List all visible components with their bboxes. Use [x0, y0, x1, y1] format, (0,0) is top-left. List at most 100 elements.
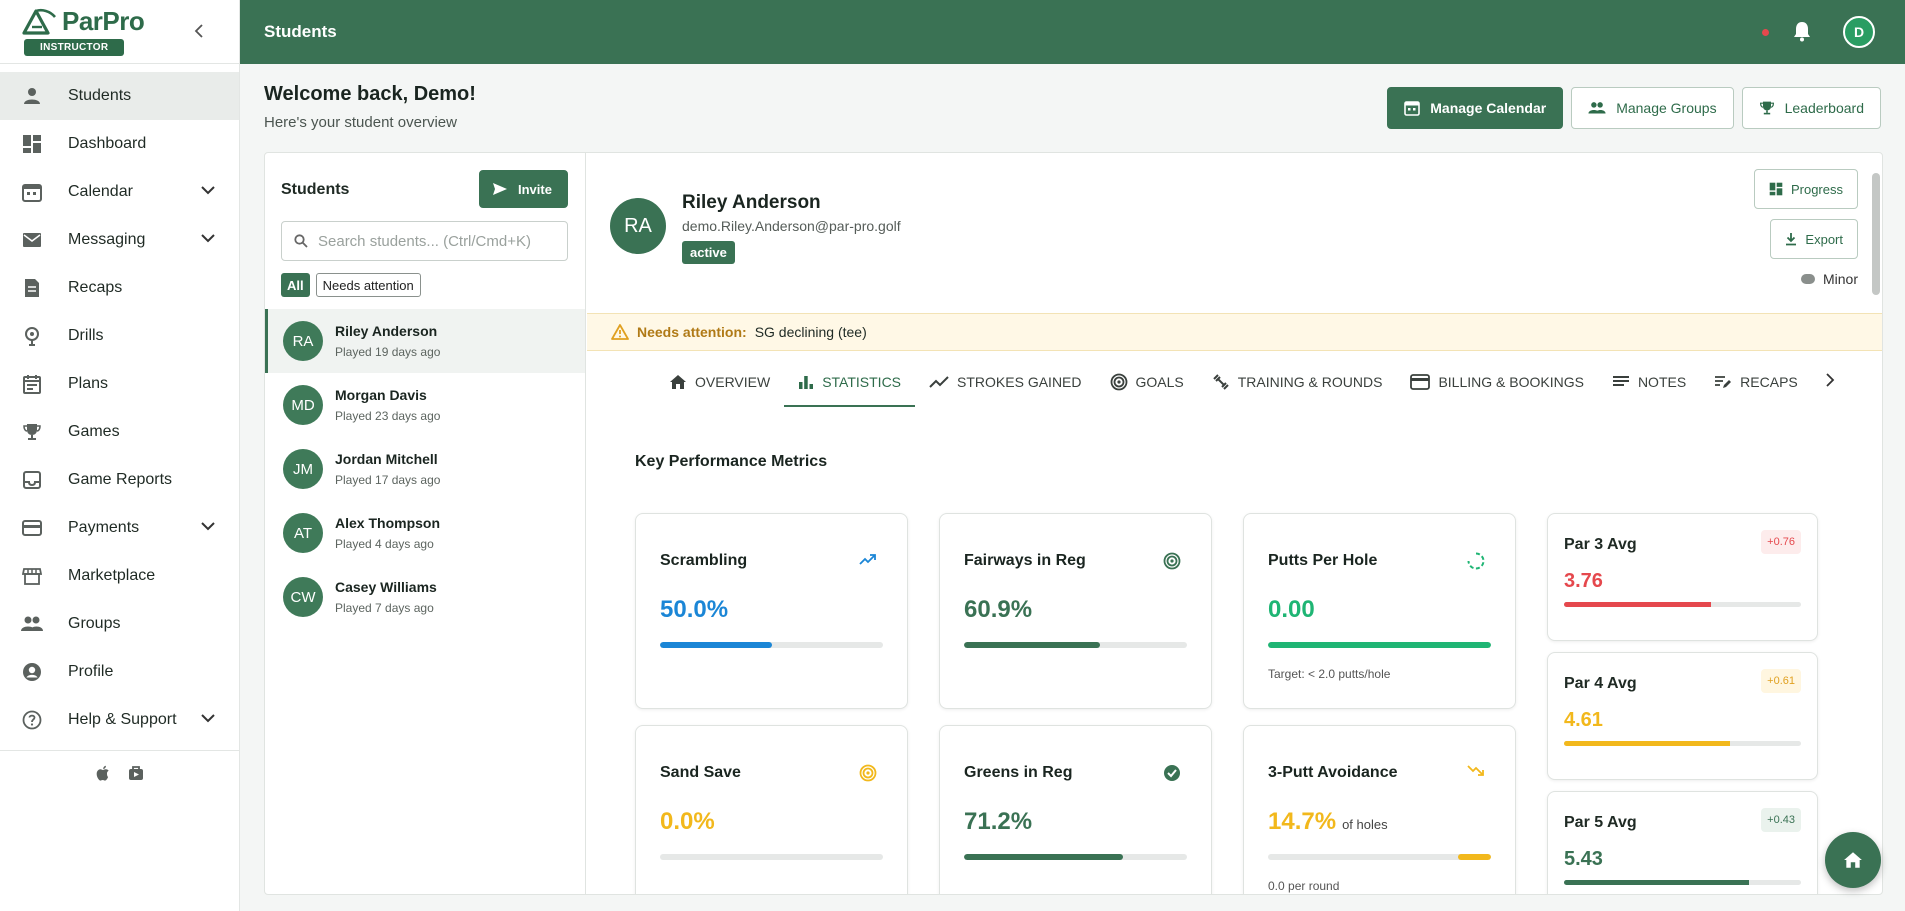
profile-scrollbar[interactable] [1872, 173, 1880, 295]
sidebar-item-students[interactable]: Students [0, 72, 239, 120]
page-title: Students [264, 22, 337, 41]
filter-all[interactable]: All [281, 273, 310, 297]
home-button[interactable] [1825, 832, 1881, 888]
sidebar-item-plans[interactable]: Plans [0, 360, 239, 408]
sidebar-item-label: Game Reports [68, 471, 173, 488]
progress-circle-icon [1467, 552, 1485, 575]
students-column: Students Invite All Needs attention RA R… [265, 153, 586, 894]
student-profile: RA Riley Anderson demo.Riley.Anderson@pa… [587, 153, 1882, 894]
android-icon[interactable] [128, 765, 144, 786]
sidebar-item-marketplace[interactable]: Marketplace [0, 552, 239, 600]
export-button[interactable]: Export [1770, 219, 1858, 259]
download-icon [1786, 233, 1797, 246]
list-item[interactable]: RA Riley Anderson Played 19 days ago [265, 309, 585, 373]
student-info: Jordan Mitchell Played 17 days ago [335, 451, 440, 487]
metric-unit: of holes [1342, 817, 1388, 832]
par-5-avg-card: Par 5 Avg +0.43 5.43 [1547, 791, 1818, 894]
user-avatar[interactable]: D [1843, 16, 1875, 48]
status-badge: active [682, 241, 735, 264]
sidebar-nav: Students Dashboard Calendar Messaging Re… [0, 64, 239, 744]
list-item[interactable]: AT Alex Thompson Played 4 days ago [265, 501, 585, 565]
trending-up-icon [859, 552, 877, 570]
tab-label: BILLING & BOOKINGS [1438, 374, 1584, 390]
par-progress-fill [1564, 741, 1730, 746]
sidebar-item-calendar[interactable]: Calendar [0, 168, 239, 216]
par-progress-bar [1564, 880, 1801, 885]
card-icon [1410, 374, 1431, 390]
student-name: Alex Thompson [335, 515, 441, 531]
export-label: Export [1805, 231, 1843, 247]
invite-button[interactable]: Invite [479, 170, 568, 208]
student-list: RA Riley Anderson Played 19 days ago MD … [265, 309, 585, 629]
notifications-button[interactable] [1792, 20, 1812, 47]
manage-groups-button[interactable]: Manage Groups [1571, 87, 1734, 129]
minor-toggle[interactable]: Minor [1800, 271, 1858, 287]
sidebar-item-label: Games [68, 423, 120, 440]
sidebar-item-messaging[interactable]: Messaging [0, 216, 239, 264]
sidebar-item-recaps[interactable]: Recaps [0, 264, 239, 312]
par-value: 3.76 [1564, 570, 1603, 592]
metric-card-sand-save: Sand Save 0.0% [635, 725, 908, 894]
sidebar-item-game-reports[interactable]: Game Reports [0, 456, 239, 504]
metric-title: Fairways in Reg [964, 552, 1086, 569]
sidebar-item-help[interactable]: Help & Support [0, 696, 239, 744]
recap-icon [20, 276, 44, 300]
tab-strokes-gained[interactable]: STROKES GAINED [915, 357, 1095, 407]
avatar: CW [283, 577, 323, 617]
groups-icon [20, 612, 44, 636]
main-panel: Students Invite All Needs attention RA R… [264, 152, 1883, 895]
tab-billing-bookings[interactable]: BILLING & BOOKINGS [1396, 357, 1598, 407]
filter-needs-attention[interactable]: Needs attention [315, 273, 421, 297]
edit-notes-icon [1715, 376, 1732, 388]
metric-note: Target: < 2.0 putts/hole [1268, 667, 1391, 681]
list-item[interactable]: MD Morgan Davis Played 23 days ago [265, 373, 585, 437]
par-4-avg-card: Par 4 Avg +0.61 4.61 [1547, 652, 1818, 780]
student-info: Morgan Davis Played 23 days ago [335, 387, 440, 423]
collapse-sidebar-button[interactable] [188, 20, 210, 42]
sidebar-item-drills[interactable]: Drills [0, 312, 239, 360]
tab-label: GOALS [1135, 374, 1184, 390]
metric-progress-fill [964, 642, 1100, 648]
leaderboard-button[interactable]: Leaderboard [1741, 87, 1881, 129]
tab-recaps[interactable]: RECAPS [1700, 357, 1812, 407]
student-name: Riley Anderson [335, 323, 438, 339]
sidebar-item-label: Plans [68, 375, 109, 392]
sidebar-item-dashboard[interactable]: Dashboard [0, 120, 239, 168]
tab-training-rounds[interactable]: TRAINING & ROUNDS [1198, 357, 1397, 407]
student-name: Casey Williams [335, 579, 437, 595]
student-search [281, 221, 568, 261]
sidebar-item-label: Help & Support [68, 711, 177, 728]
search-icon [294, 234, 308, 248]
metric-card-three-putt: 3-Putt Avoidance 14.7% of holes 0.0 per r… [1243, 725, 1516, 894]
progress-button[interactable]: Progress [1753, 169, 1858, 209]
metric-title: Sand Save [660, 764, 741, 781]
list-item[interactable]: JM Jordan Mitchell Played 17 days ago [265, 437, 585, 501]
profile-tabs: OVERVIEW STATISTICS STROKES GAINED GOALS… [655, 357, 1812, 407]
metric-title: Scrambling [660, 552, 748, 569]
par-progress-fill [1564, 602, 1711, 607]
list-item[interactable]: CW Casey Williams Played 7 days ago [265, 565, 585, 629]
student-last-played: Played 23 days ago [335, 409, 441, 423]
tab-notes[interactable]: NOTES [1598, 357, 1700, 407]
metric-title: Greens in Reg [964, 764, 1073, 781]
tab-statistics[interactable]: STATISTICS [784, 357, 915, 407]
tab-goals[interactable]: GOALS [1096, 357, 1198, 407]
sidebar-item-groups[interactable]: Groups [0, 600, 239, 648]
groups-icon [1588, 102, 1606, 114]
apple-icon[interactable] [96, 765, 110, 786]
sidebar-item-games[interactable]: Games [0, 408, 239, 456]
metric-progress-fill [1458, 854, 1491, 860]
sidebar-item-profile[interactable]: Profile [0, 648, 239, 696]
student-info: Alex Thompson Played 4 days ago [335, 515, 440, 551]
par-delta-badge: +0.43 [1761, 808, 1801, 832]
tab-overview[interactable]: OVERVIEW [655, 357, 784, 407]
search-input[interactable] [318, 232, 558, 250]
sidebar-item-label: Groups [68, 615, 121, 632]
par-progress-fill [1564, 880, 1749, 885]
manage-calendar-button[interactable]: Manage Calendar [1387, 87, 1564, 129]
tabs-scroll-right-button[interactable] [1825, 373, 1835, 392]
metric-value-number: 14.7% [1268, 808, 1337, 835]
sidebar-item-payments[interactable]: Payments [0, 504, 239, 552]
logo[interactable]: ParPro [22, 6, 145, 37]
leaderboard-label: Leaderboard [1784, 100, 1864, 116]
